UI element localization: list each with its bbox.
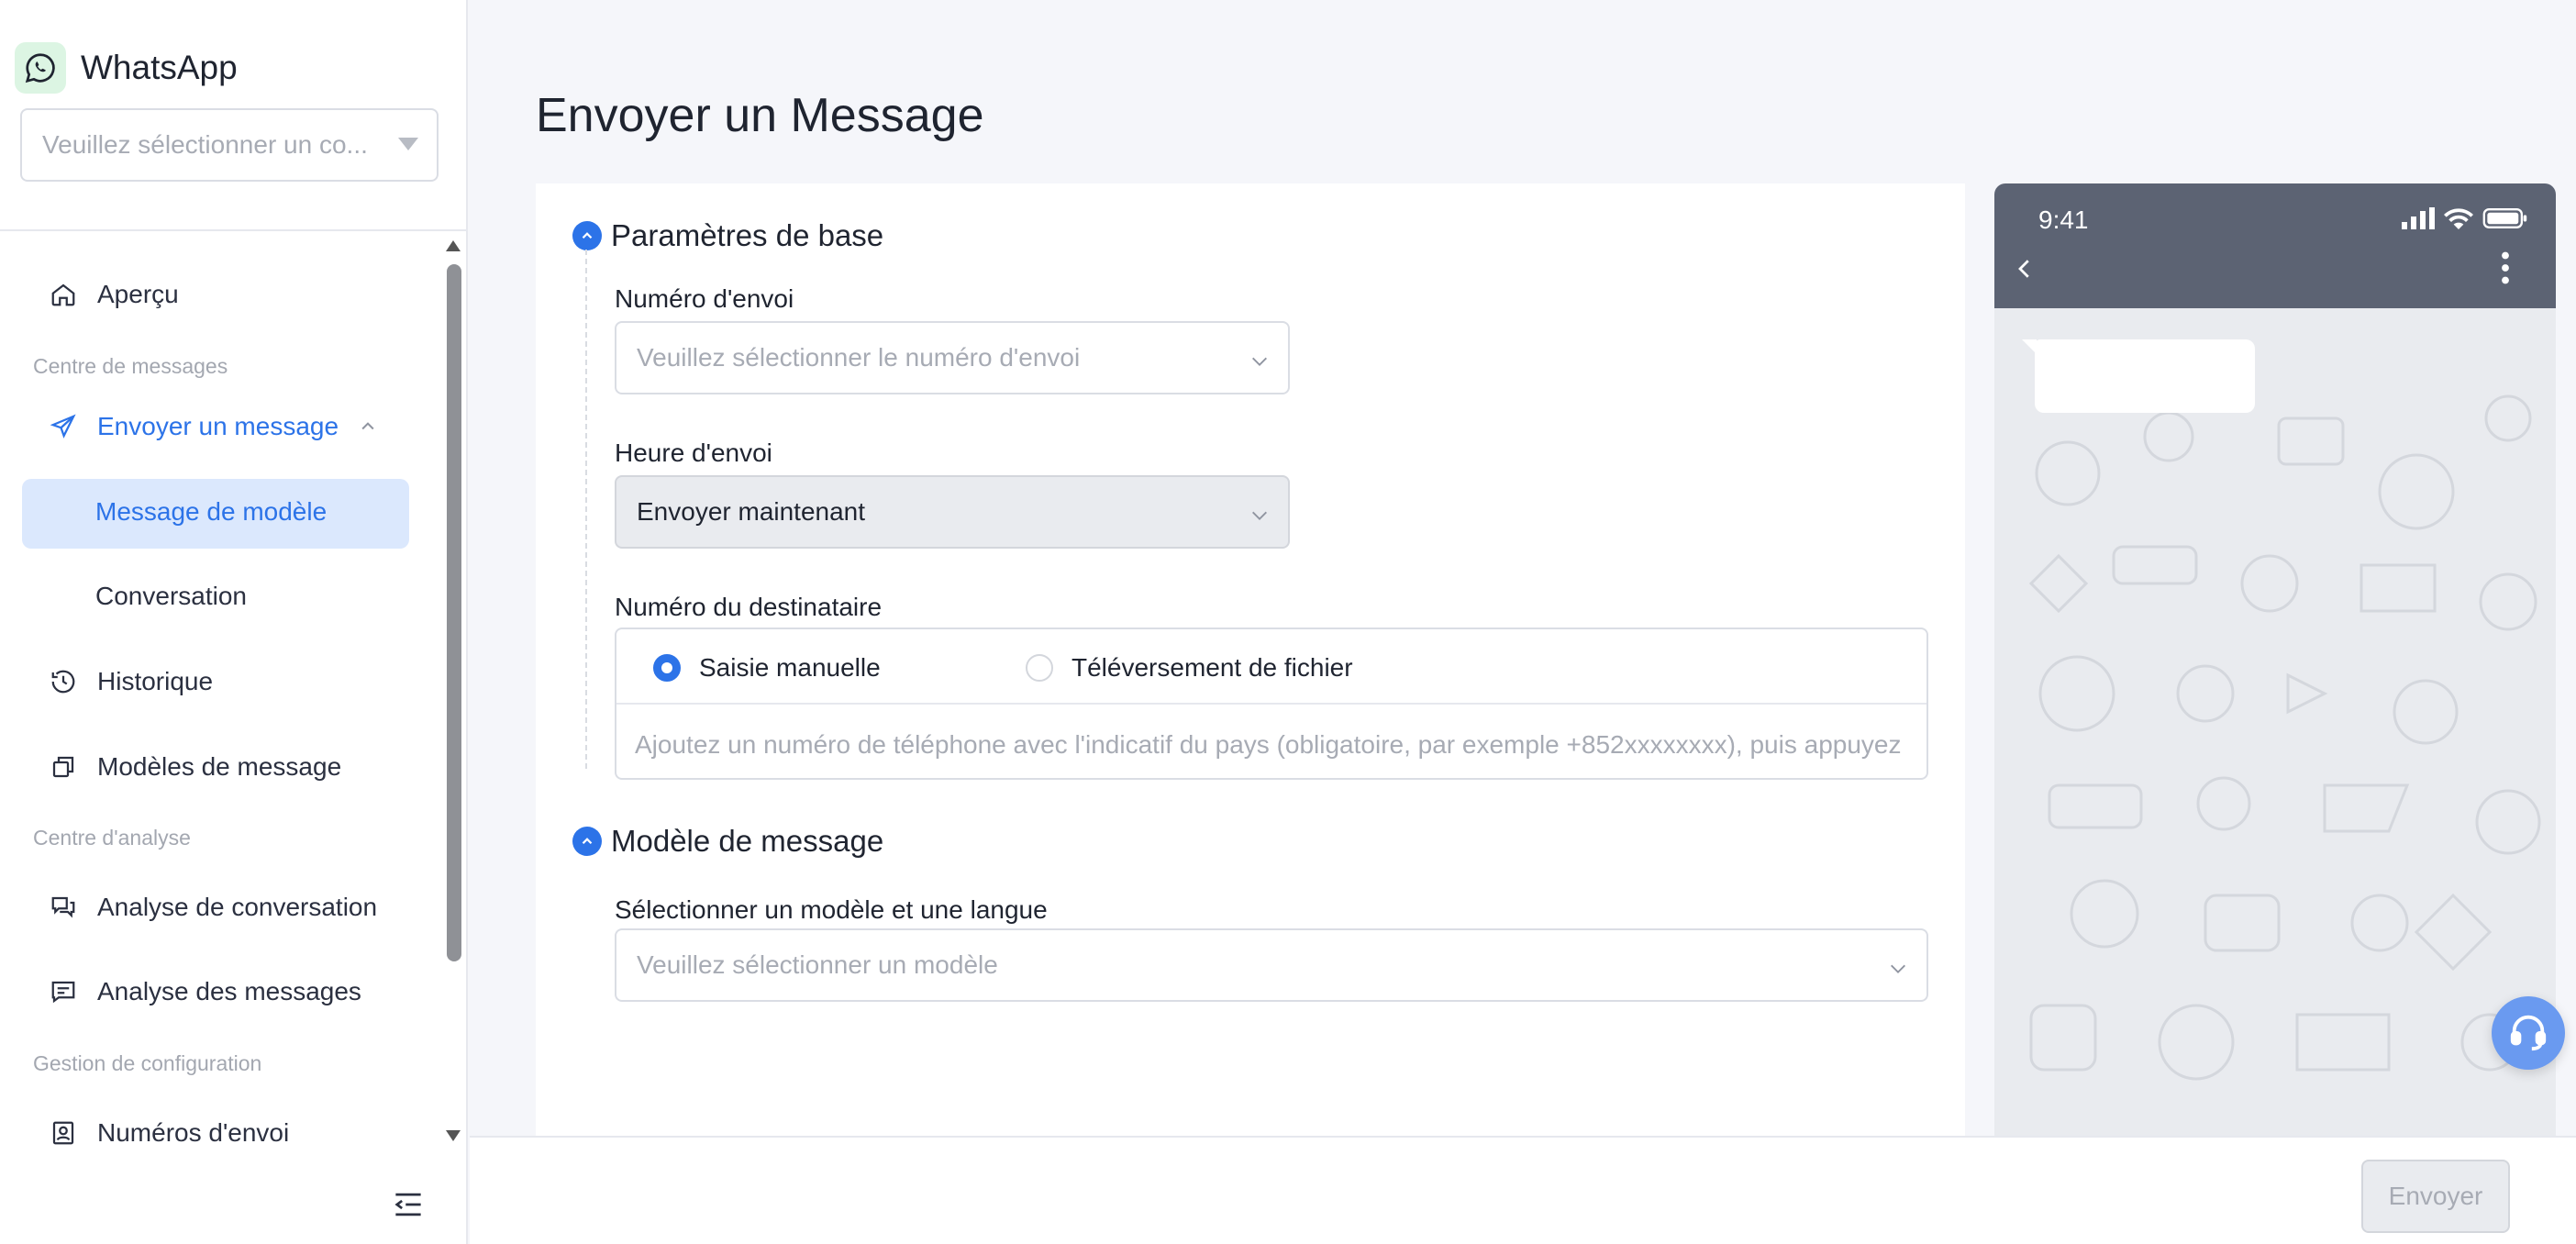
send-icon	[48, 411, 79, 442]
chat-wallpaper-pattern	[2028, 394, 2541, 1081]
brand: WhatsApp	[15, 42, 238, 94]
copy-icon	[48, 751, 79, 783]
radio-file-upload[interactable]: Téléversement de fichier	[1026, 653, 1353, 683]
send-button[interactable]: Envoyer	[2361, 1160, 2510, 1233]
nav-group-config: Gestion de configuration	[33, 1051, 262, 1075]
section-message-template[interactable]: Modèle de message	[572, 824, 883, 859]
sidebar-item-label: Historique	[97, 667, 214, 695]
section-title: Modèle de message	[611, 824, 884, 858]
send-time-select[interactable]: Envoyer maintenant	[615, 475, 1290, 549]
customer-support-button[interactable]	[2492, 996, 2565, 1070]
nav-group-messages: Centre de messages	[33, 354, 228, 378]
sidebar: WhatsApp Veuillez sélectionner un co... …	[0, 0, 468, 1244]
sender-number-select[interactable]: Veuillez sélectionner le numéro d'envoi	[615, 321, 1290, 394]
template-select-placeholder: Veuillez sélectionner un modèle	[637, 950, 998, 979]
chevron-down-icon	[1249, 349, 1267, 366]
section-guide-line	[585, 250, 587, 769]
sidebar-item-label: Analyse des messages	[97, 977, 361, 1005]
history-icon	[48, 666, 79, 697]
sidebar-item-conversation[interactable]: Conversation	[95, 582, 247, 611]
account-select-placeholder: Veuillez sélectionner un co...	[42, 130, 368, 159]
phone-clock: 9:41	[2038, 205, 2089, 234]
recipient-number-input[interactable]: Ajoutez un numéro de téléphone avec l'in…	[635, 730, 1910, 760]
battery-icon	[2482, 207, 2528, 234]
sidebar-item-label: Modèles de message	[97, 752, 342, 781]
recipient-number-label: Numéro du destinataire	[615, 593, 883, 621]
caret-down-icon	[398, 138, 418, 150]
sender-number-label: Numéro d'envoi	[615, 284, 794, 313]
signal-icon	[2402, 207, 2435, 234]
sidebar-item-template-message[interactable]: Message de modèle	[95, 497, 327, 527]
sender-number-placeholder: Veuillez sélectionner le numéro d'envoi	[637, 343, 1081, 372]
page-title: Envoyer un Message	[536, 89, 984, 142]
send-time-label: Heure d'envoi	[615, 439, 772, 467]
send-time-value: Envoyer maintenant	[637, 497, 866, 526]
collapse-section-icon[interactable]	[572, 221, 602, 250]
back-arrow-icon[interactable]	[2011, 255, 2038, 283]
phone-status-bar	[2402, 207, 2528, 234]
sidebar-item-send-message[interactable]: Envoyer un message	[48, 411, 377, 442]
radio-checked-icon	[653, 654, 681, 682]
chat-bubbles-icon	[48, 892, 79, 923]
scroll-down-arrow[interactable]	[446, 1130, 461, 1141]
radio-label: Téléversement de fichier	[1071, 653, 1353, 682]
template-select-label: Sélectionner un modèle et une langue	[615, 895, 1048, 924]
sidebar-item-label: Envoyer un message	[97, 412, 339, 440]
phone-preview: 9:41	[1994, 183, 2556, 1138]
sidebar-item-label: Aperçu	[97, 280, 179, 308]
message-icon	[48, 976, 79, 1007]
nav-group-analysis: Centre d'analyse	[33, 826, 191, 850]
radio-unchecked-icon	[1026, 654, 1053, 682]
radio-label: Saisie manuelle	[699, 653, 881, 682]
sidebar-divider	[0, 229, 466, 231]
sidebar-item-message-templates[interactable]: Modèles de message	[48, 751, 341, 783]
sidebar-item-label: Analyse de conversation	[97, 893, 378, 921]
template-select[interactable]: Veuillez sélectionner un modèle	[615, 928, 1928, 1002]
sidebar-item-overview[interactable]: Aperçu	[48, 279, 179, 310]
sidebar-item-message-analysis[interactable]: Analyse des messages	[48, 976, 361, 1007]
sidebar-scrollbar-thumb[interactable]	[447, 264, 461, 961]
footer-bar	[470, 1136, 2576, 1244]
whatsapp-logo-icon	[15, 42, 66, 94]
chevron-down-icon	[1249, 503, 1267, 520]
sidebar-item-label: Numéros d'envoi	[97, 1118, 290, 1147]
more-vertical-icon[interactable]	[2501, 251, 2510, 284]
section-basic-settings[interactable]: Paramètres de base	[572, 218, 883, 253]
chevron-up-icon	[359, 417, 377, 436]
wifi-icon	[2444, 207, 2473, 234]
home-icon	[48, 279, 79, 310]
recipient-box: Saisie manuelle Téléversement de fichier…	[615, 628, 1928, 780]
brand-name: WhatsApp	[81, 49, 238, 86]
section-title: Paramètres de base	[611, 218, 884, 252]
chevron-down-icon	[1888, 956, 1905, 973]
radio-manual-entry[interactable]: Saisie manuelle	[653, 653, 881, 683]
collapse-section-icon[interactable]	[572, 827, 602, 856]
divider	[616, 703, 1926, 705]
headset-icon	[2507, 1010, 2549, 1057]
contact-card-icon	[48, 1117, 79, 1149]
account-select[interactable]: Veuillez sélectionner un co...	[20, 108, 439, 182]
message-bubble-preview	[2035, 339, 2255, 413]
sidebar-item-history[interactable]: Historique	[48, 666, 213, 697]
collapse-sidebar-icon[interactable]	[393, 1191, 424, 1218]
sidebar-item-sender-numbers[interactable]: Numéros d'envoi	[48, 1117, 289, 1149]
phone-header: 9:41	[1994, 183, 2556, 308]
scroll-up-arrow[interactable]	[446, 240, 461, 251]
sidebar-item-conversation-analysis[interactable]: Analyse de conversation	[48, 892, 377, 923]
